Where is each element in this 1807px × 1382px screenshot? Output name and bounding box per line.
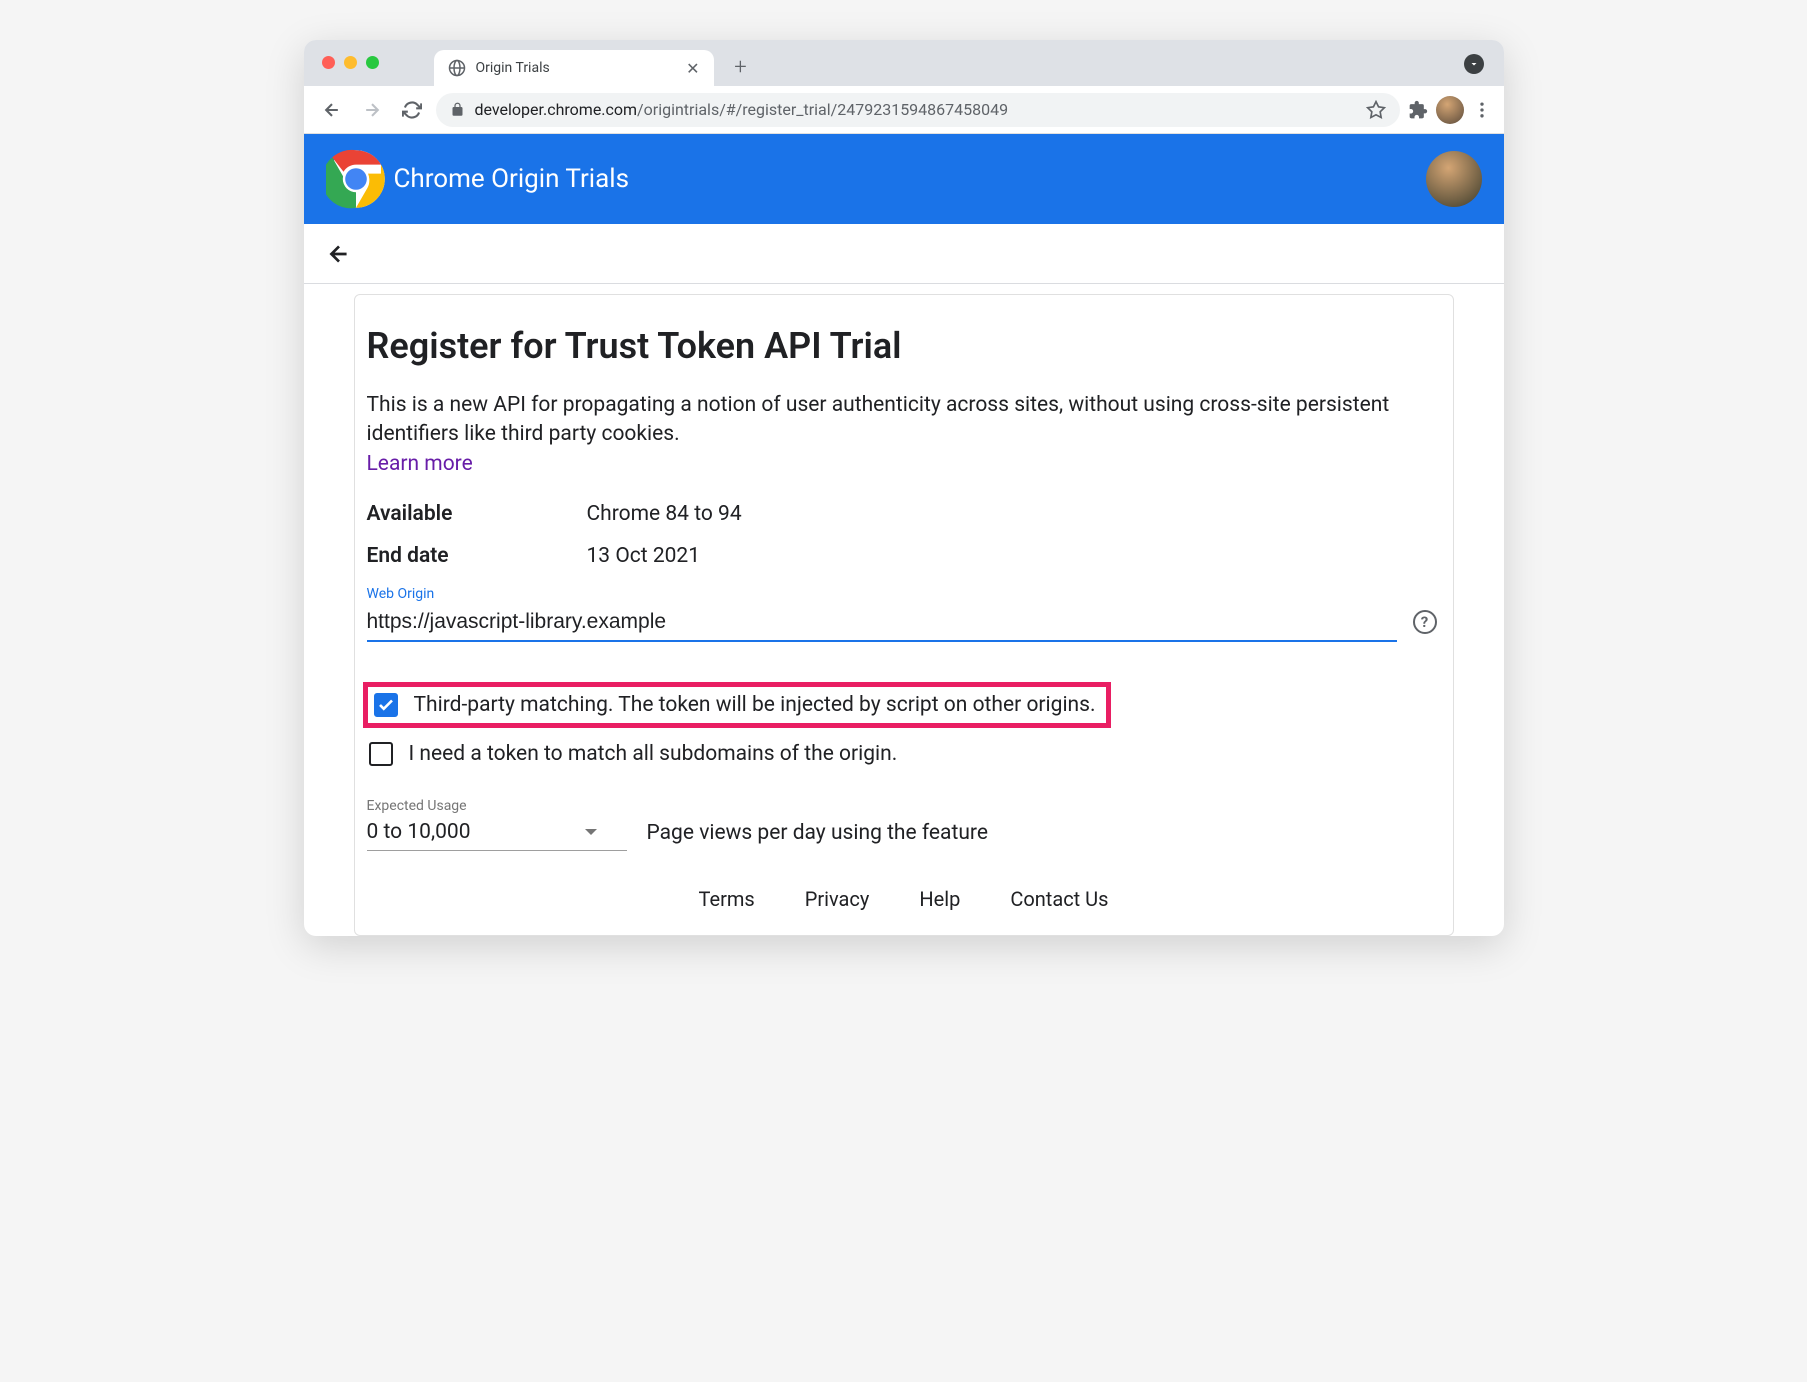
url-field[interactable]: developer.chrome.com/origintrials/#/regi… <box>436 93 1400 127</box>
web-origin-label: Web Origin <box>367 586 1437 602</box>
bookmark-star-icon[interactable] <box>1366 100 1386 120</box>
expected-usage-section: Expected Usage 0 to 10,000 Page views pe… <box>367 798 1437 851</box>
chevron-down-icon <box>585 829 597 835</box>
footer-help-link[interactable]: Help <box>919 887 960 911</box>
learn-more-link[interactable]: Learn more <box>367 452 473 476</box>
footer-contact-link[interactable]: Contact Us <box>1010 887 1108 911</box>
page-title: Register for Trust Token API Trial <box>367 325 1437 367</box>
url-text: developer.chrome.com/origintrials/#/regi… <box>475 100 1356 119</box>
close-window-button[interactable] <box>322 56 335 69</box>
browser-tab[interactable]: Origin Trials ✕ <box>434 50 714 86</box>
chrome-logo-icon <box>326 149 386 209</box>
globe-icon <box>448 59 466 77</box>
sub-header <box>304 224 1504 284</box>
chevron-down-icon[interactable] <box>1464 54 1484 74</box>
address-bar: developer.chrome.com/origintrials/#/regi… <box>304 86 1504 134</box>
available-label: Available <box>367 502 587 526</box>
third-party-highlight: Third-party matching. The token will be … <box>363 682 1111 728</box>
kebab-menu-icon[interactable] <box>1472 100 1492 120</box>
content-card: Register for Trust Token API Trial This … <box>354 294 1454 936</box>
forward-button[interactable] <box>356 94 388 126</box>
profile-avatar[interactable] <box>1436 96 1464 124</box>
end-date-label: End date <box>367 544 587 568</box>
window-controls <box>322 56 379 69</box>
expected-usage-value: 0 to 10,000 <box>367 820 471 844</box>
app-brand[interactable]: Chrome Origin Trials <box>326 149 630 209</box>
footer-links: Terms Privacy Help Contact Us <box>355 887 1453 911</box>
end-date-row: End date 13 Oct 2021 <box>367 544 1437 568</box>
subdomains-checkbox[interactable] <box>369 742 393 766</box>
subdomains-label: I need a token to match all subdomains o… <box>409 742 898 766</box>
third-party-label: Third-party matching. The token will be … <box>414 693 1096 717</box>
third-party-checkbox-row[interactable]: Third-party matching. The token will be … <box>374 693 1096 717</box>
subdomains-checkbox-row[interactable]: I need a token to match all subdomains o… <box>369 742 1437 766</box>
extensions-icon[interactable] <box>1408 100 1428 120</box>
app-header: Chrome Origin Trials <box>304 134 1504 224</box>
trial-description: This is a new API for propagating a noti… <box>367 391 1437 450</box>
expected-usage-select[interactable]: 0 to 10,000 <box>367 816 627 851</box>
available-row: Available Chrome 84 to 94 <box>367 502 1437 526</box>
tab-title: Origin Trials <box>476 60 677 76</box>
close-tab-button[interactable]: ✕ <box>686 59 699 78</box>
minimize-window-button[interactable] <box>344 56 357 69</box>
footer-terms-link[interactable]: Terms <box>699 887 755 911</box>
back-button[interactable] <box>316 94 348 126</box>
web-origin-input[interactable] <box>367 606 1397 642</box>
expected-usage-label: Expected Usage <box>367 798 627 814</box>
browser-window: Origin Trials ✕ + developer.chrome.com/o… <box>304 40 1504 936</box>
app-title: Chrome Origin Trials <box>394 164 630 194</box>
tab-bar: Origin Trials ✕ + <box>304 40 1504 86</box>
end-date-value: 13 Oct 2021 <box>587 544 701 568</box>
user-avatar[interactable] <box>1426 151 1482 207</box>
third-party-checkbox[interactable] <box>374 693 398 717</box>
page-back-button[interactable] <box>326 241 352 267</box>
expected-usage-field: Expected Usage 0 to 10,000 <box>367 798 627 851</box>
footer-privacy-link[interactable]: Privacy <box>805 887 870 911</box>
lock-icon <box>450 102 465 117</box>
new-tab-button[interactable]: + <box>726 52 756 82</box>
reload-button[interactable] <box>396 94 428 126</box>
expected-usage-description: Page views per day using the feature <box>647 821 988 851</box>
web-origin-field: Web Origin ? <box>367 586 1437 642</box>
help-icon[interactable]: ? <box>1413 610 1437 634</box>
available-value: Chrome 84 to 94 <box>587 502 742 526</box>
maximize-window-button[interactable] <box>366 56 379 69</box>
